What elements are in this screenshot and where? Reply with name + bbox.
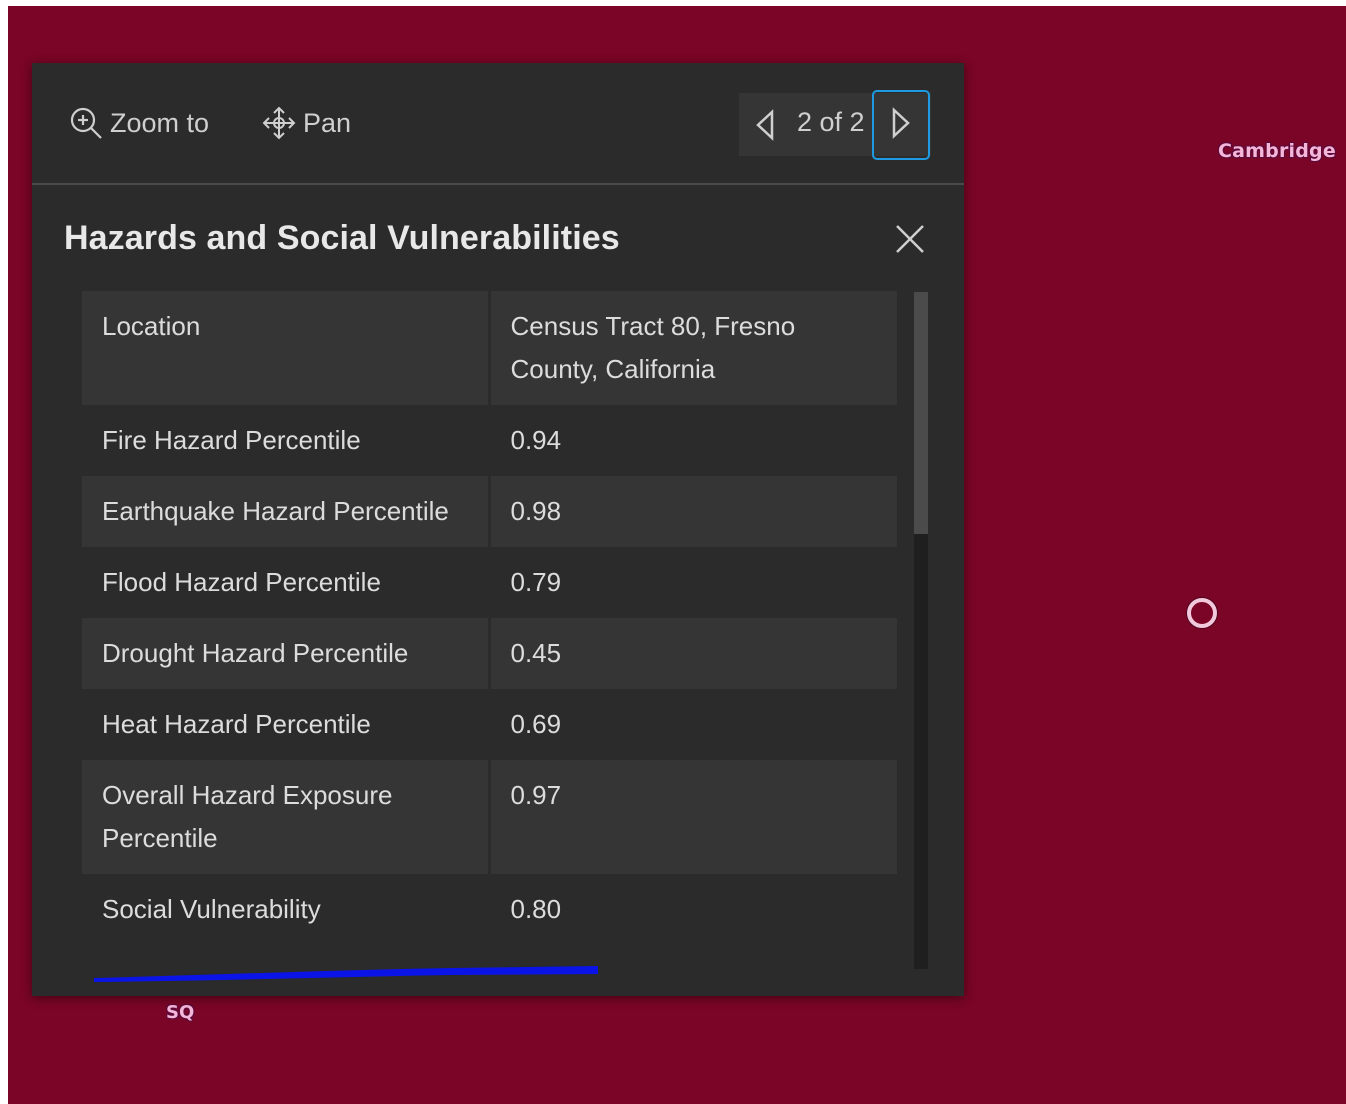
close-icon [894, 225, 926, 259]
map-label-small: SQ [166, 1002, 195, 1023]
attribute-table: Location Census Tract 80, Fresno County,… [82, 291, 897, 969]
map-label-place: Cambridge [1218, 140, 1336, 162]
table-row: Fire Hazard Percentile 0.94 [82, 405, 897, 476]
map-location-marker[interactable] [1187, 598, 1217, 628]
field-name: Heat Hazard Percentile [82, 689, 491, 760]
zoom-to-label: Zoom to [110, 107, 210, 138]
pan-button[interactable]: Pan [261, 105, 351, 141]
field-name: Location [82, 291, 491, 405]
field-name: Flood Hazard Percentile [82, 547, 491, 618]
next-feature-button[interactable] [872, 90, 930, 160]
table-row: Location Census Tract 80, Fresno County,… [82, 291, 897, 405]
field-value: 0.79 [489, 547, 897, 618]
chevron-left-icon [753, 109, 777, 146]
field-name: Drought Hazard Percentile [82, 618, 491, 689]
field-name: Social Vulnerability [82, 874, 491, 945]
table-row: Social Vulnerability 0.80 [82, 874, 897, 945]
previous-feature-button[interactable] [753, 108, 777, 142]
field-value: 0.80 [489, 874, 897, 945]
field-name: Fire Hazard Percentile [82, 405, 491, 476]
table-row: Earthquake Hazard Percentile 0.98 [82, 476, 897, 547]
field-value: 0.98 [489, 476, 897, 547]
field-value: 0.69 [489, 689, 897, 760]
table-row: Heat Hazard Percentile 0.69 [82, 689, 897, 760]
field-value: Census Tract 80, Fresno County, Californ… [489, 291, 897, 405]
table-row: Overall Hazard Exposure Percentile 0.97 [82, 760, 897, 874]
field-value: 0.94 [489, 405, 897, 476]
scrollbar-thumb[interactable] [914, 292, 928, 534]
field-value: 0.45 [489, 618, 897, 689]
popup-scrollbar[interactable] [914, 292, 928, 969]
zoom-in-icon [68, 105, 104, 141]
pan-label: Pan [303, 107, 352, 138]
field-value: 0.97 [489, 760, 897, 874]
pan-icon [261, 105, 297, 141]
chevron-right-icon [889, 106, 913, 145]
table-row: Drought Hazard Percentile 0.45 [82, 618, 897, 689]
close-button[interactable] [894, 223, 926, 255]
zoom-to-button[interactable]: Zoom to [68, 105, 209, 141]
field-name: Earthquake Hazard Percentile [82, 476, 491, 547]
table-row: Flood Hazard Percentile 0.79 [82, 547, 897, 618]
field-name: Overall Hazard Exposure Percentile [82, 760, 491, 874]
feature-popup: Zoom to Pan 2 of 2 Hazards and Social Vu… [32, 63, 964, 996]
popup-title: Hazards and Social Vulnerabilities [64, 219, 620, 257]
annotation-underline [94, 966, 598, 982]
feature-pager: 2 of 2 [739, 90, 931, 160]
popup-action-bar: Zoom to Pan 2 of 2 [32, 63, 964, 185]
pager-count: 2 of 2 [797, 107, 865, 137]
